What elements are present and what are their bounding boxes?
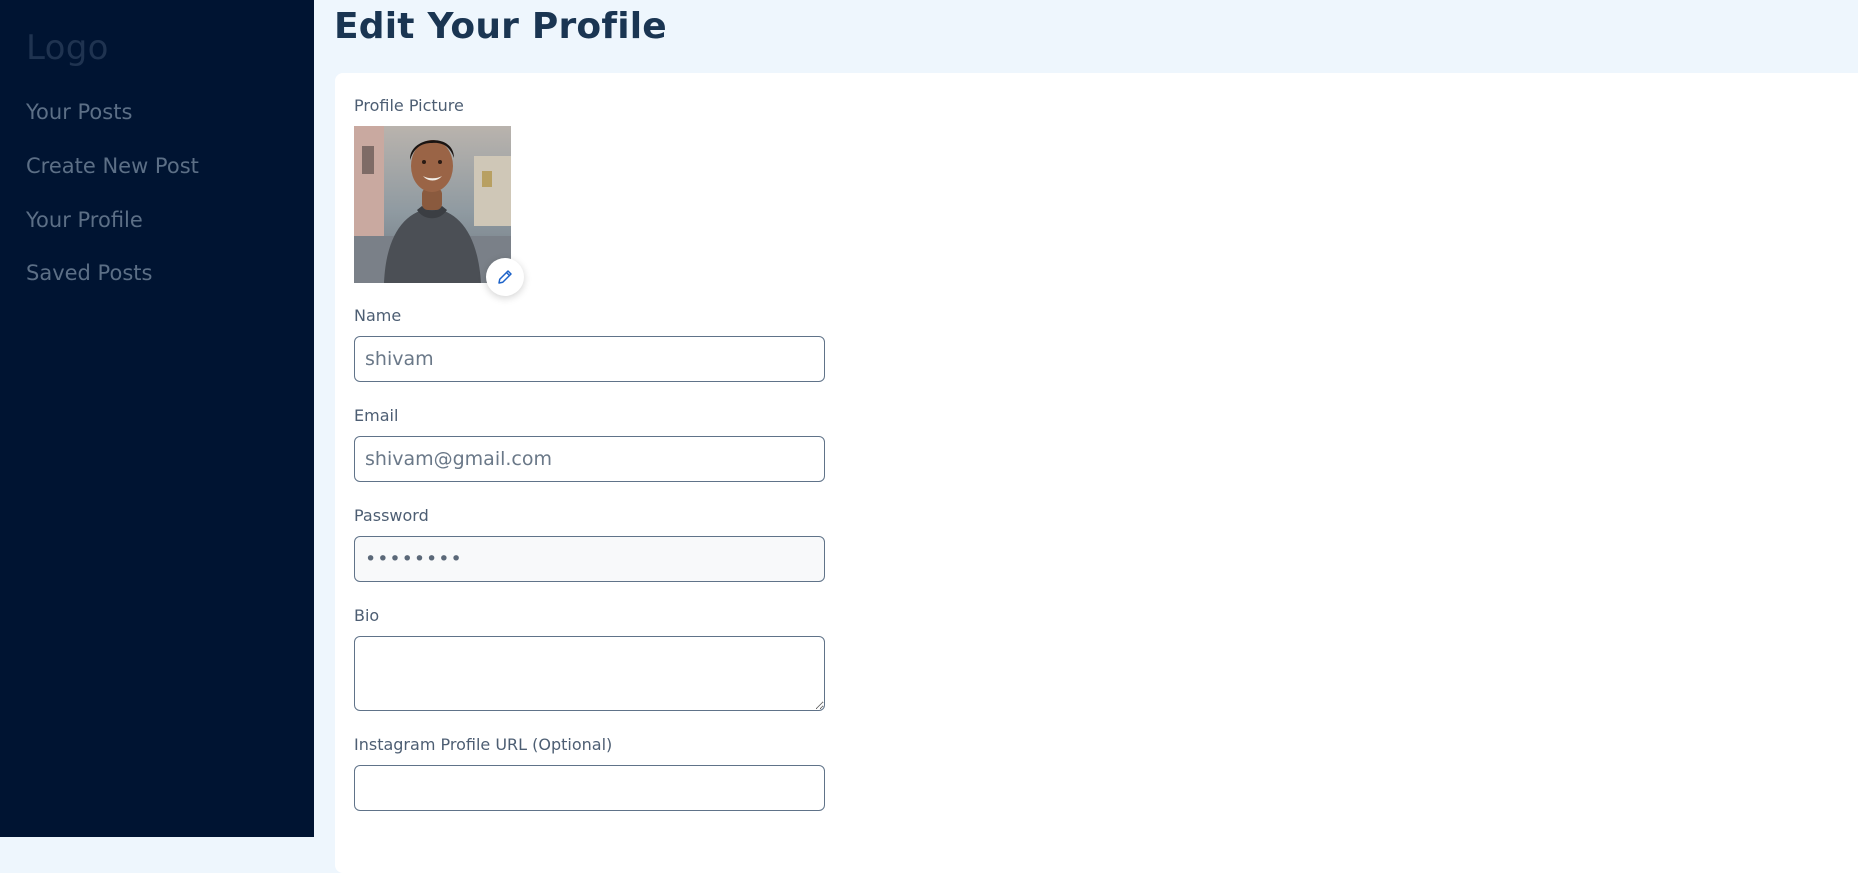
profile-picture-label: Profile Picture bbox=[354, 96, 464, 115]
bio-field[interactable] bbox=[354, 636, 825, 711]
instagram-label: Instagram Profile URL (Optional) bbox=[354, 735, 613, 754]
logo[interactable]: Logo bbox=[26, 28, 109, 68]
password-label: Password bbox=[354, 506, 429, 525]
sidebar: Logo Your Posts Create New Post Your Pro… bbox=[0, 0, 314, 837]
email-label: Email bbox=[354, 406, 399, 425]
name-field[interactable] bbox=[354, 336, 825, 382]
page-title: Edit Your Profile bbox=[334, 6, 667, 47]
bio-label: Bio bbox=[354, 606, 380, 625]
sidebar-item-create-new-post[interactable]: Create New Post bbox=[26, 154, 199, 178]
pencil-icon bbox=[498, 270, 512, 284]
sidebar-item-your-posts[interactable]: Your Posts bbox=[26, 100, 132, 124]
sidebar-item-saved-posts[interactable]: Saved Posts bbox=[26, 261, 152, 285]
password-field[interactable] bbox=[354, 536, 825, 582]
instagram-url-field[interactable] bbox=[354, 765, 825, 811]
name-label: Name bbox=[354, 306, 402, 325]
email-field[interactable] bbox=[354, 436, 825, 482]
avatar-image bbox=[354, 126, 511, 283]
avatar bbox=[354, 126, 511, 283]
sidebar-item-your-profile[interactable]: Your Profile bbox=[26, 208, 143, 232]
edit-photo-button[interactable] bbox=[486, 258, 524, 296]
